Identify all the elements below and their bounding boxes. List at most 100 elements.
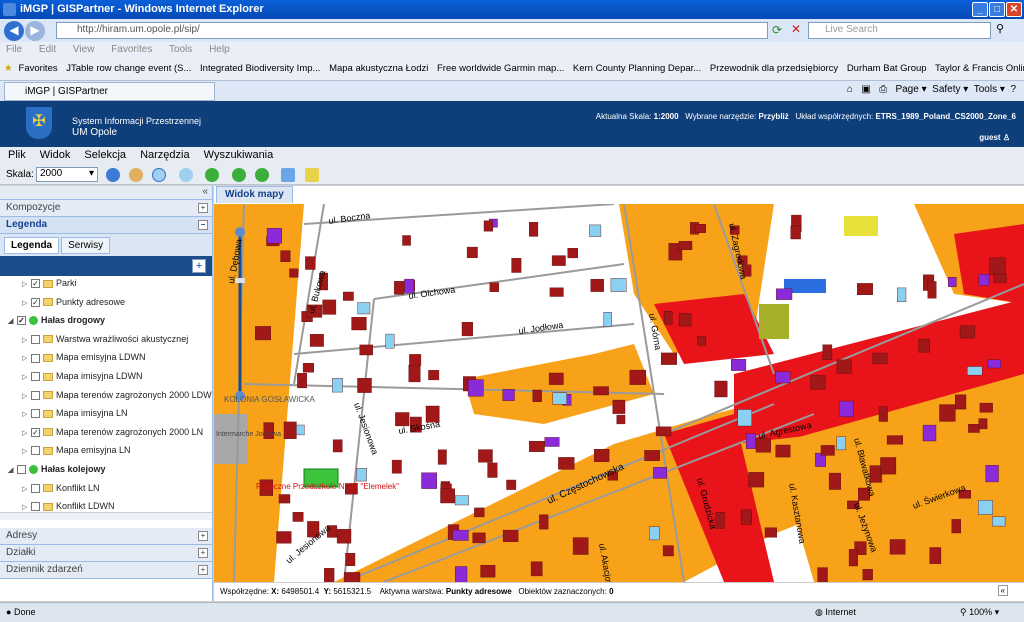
expand-icon[interactable]: + bbox=[198, 203, 208, 213]
expand-icon[interactable]: + bbox=[198, 565, 208, 575]
expand-icon[interactable]: + bbox=[198, 531, 208, 541]
horizontal-scrollbar[interactable] bbox=[0, 512, 212, 520]
forward-button[interactable]: ▶ bbox=[25, 21, 45, 41]
search-input[interactable]: Live Search bbox=[808, 22, 991, 39]
safety-menu[interactable]: Safety bbox=[932, 84, 960, 95]
favorites-button[interactable]: Favorites bbox=[19, 63, 58, 74]
map-canvas[interactable]: ul. Boczna ul. Dębowa ul. Bukowa ul. Olc… bbox=[214, 204, 1024, 582]
favorite-link[interactable]: Przewodnik dla przedsiębiorcy bbox=[710, 63, 838, 74]
search-icon[interactable]: ⚲ bbox=[996, 22, 1004, 35]
tools-menu[interactable]: Tools bbox=[974, 84, 997, 95]
map-svg[interactable]: ul. Boczna ul. Dębowa ul. Bukowa ul. Olc… bbox=[214, 204, 1024, 582]
user-name[interactable]: guest ♙ bbox=[979, 133, 1010, 142]
feeds-icon[interactable]: ▣ bbox=[861, 84, 870, 95]
zoom-out-icon[interactable] bbox=[179, 168, 193, 182]
layer-checkbox[interactable]: ✓ bbox=[31, 279, 40, 289]
full-extent-icon[interactable] bbox=[205, 168, 219, 182]
favorite-link[interactable]: Durham Bat Group bbox=[847, 63, 927, 74]
zoom-in-icon[interactable] bbox=[152, 168, 166, 182]
back-button[interactable]: ◀ bbox=[4, 21, 24, 41]
panel-dziennik[interactable]: Dziennik zdarzeń + bbox=[0, 562, 212, 579]
layer-group-row[interactable]: ◢ Hałas kolejowy bbox=[0, 464, 212, 483]
collapse-icon[interactable]: − bbox=[198, 220, 208, 230]
layer-row[interactable]: ▷ Mapa emisyjna LN bbox=[0, 445, 212, 464]
draw-pencil-icon[interactable] bbox=[305, 168, 319, 182]
favorite-link[interactable]: Taylor & Francis Online Ann... bbox=[935, 63, 1024, 74]
menu-widok[interactable]: Widok bbox=[40, 149, 71, 161]
pan-hand-icon[interactable] bbox=[129, 168, 143, 182]
menu-wyszukiwania[interactable]: Wyszukiwania bbox=[204, 149, 274, 161]
layer-row[interactable]: ▷ Konflikt LN bbox=[0, 483, 212, 502]
help-icon[interactable]: ? bbox=[1010, 84, 1016, 95]
layer-checkbox[interactable] bbox=[31, 502, 40, 512]
layer-row[interactable]: ▷ ✓ Punkty adresowe bbox=[0, 297, 212, 316]
scale-select[interactable]: 2000 ▾ bbox=[36, 167, 98, 182]
info-icon[interactable] bbox=[106, 168, 120, 182]
menu-selekcja[interactable]: Selekcja bbox=[84, 149, 126, 161]
layer-checkbox[interactable] bbox=[31, 390, 40, 400]
layer-checkbox[interactable] bbox=[31, 334, 40, 344]
panel-adresy[interactable]: Adresy + bbox=[0, 528, 212, 545]
url-field[interactable]: http://hiram.um.opole.pl/sip/ bbox=[56, 22, 768, 39]
window-icon[interactable] bbox=[281, 168, 295, 182]
layer-checkbox[interactable] bbox=[31, 372, 40, 382]
collapse-left-panel[interactable]: « bbox=[0, 186, 212, 200]
layer-checkbox[interactable] bbox=[31, 446, 40, 456]
collapse-status-icon[interactable]: « bbox=[997, 585, 1008, 596]
browser-tab[interactable]: iMGP | GISPartner bbox=[4, 82, 215, 101]
print-icon[interactable]: ⎙ bbox=[879, 84, 887, 95]
building bbox=[714, 380, 728, 398]
layer-label: Mapa emisyjna LN bbox=[56, 445, 131, 456]
layer-row[interactable]: ▷ ✓ Parki bbox=[0, 278, 212, 297]
layer-row[interactable]: ▷ Konflikt LDWN bbox=[0, 501, 212, 512]
favorite-link[interactable]: Mapa akustyczna Łodzi bbox=[329, 63, 428, 74]
tab-widok-mapy[interactable]: Widok mapy bbox=[216, 186, 293, 203]
layer-checkbox[interactable]: ✓ bbox=[31, 427, 40, 437]
favorite-link[interactable]: Kern County Planning Depar... bbox=[573, 63, 701, 74]
layer-row[interactable]: ▷ Mapa imisyjna LN bbox=[0, 408, 212, 427]
expand-icon[interactable]: + bbox=[198, 548, 208, 558]
tab-legenda[interactable]: Legenda bbox=[4, 237, 60, 254]
building bbox=[862, 569, 873, 581]
menu-narzedzia[interactable]: Narzędzia bbox=[140, 149, 190, 161]
layer-checkbox[interactable] bbox=[17, 465, 26, 475]
panel-dzialki[interactable]: Działki + bbox=[0, 545, 212, 562]
layer-checkbox[interactable] bbox=[31, 409, 40, 419]
panel-kompozycje[interactable]: Kompozycje + bbox=[0, 200, 212, 217]
favorite-link[interactable]: Free worldwide Garmin map... bbox=[437, 63, 564, 74]
layer-checkbox[interactable]: ✓ bbox=[31, 297, 40, 307]
panel-legenda[interactable]: Legenda − bbox=[0, 217, 212, 234]
layer-checkbox[interactable] bbox=[31, 483, 40, 493]
layer-row[interactable]: ▷ Mapa imisyjna LDWN bbox=[0, 371, 212, 390]
menu-help[interactable]: Help bbox=[209, 44, 230, 55]
menu-view[interactable]: View bbox=[73, 44, 95, 55]
layer-checkbox[interactable]: ✓ bbox=[17, 316, 26, 326]
layer-row[interactable]: ▷ Mapa emisyjna LDWN bbox=[0, 352, 212, 371]
layer-checkbox[interactable] bbox=[31, 353, 40, 363]
add-layer-button[interactable]: + bbox=[192, 259, 206, 273]
maximize-button[interactable]: □ bbox=[989, 2, 1005, 17]
layer-row[interactable]: ▷ Warstwa wrażliwości akustycznej bbox=[0, 334, 212, 353]
minimize-button[interactable]: _ bbox=[972, 2, 988, 17]
zoom-level[interactable]: ⚲ 100% ▾ bbox=[960, 607, 999, 618]
menu-tools[interactable]: Tools bbox=[169, 44, 192, 55]
favorite-link[interactable]: Integrated Biodiversity Imp... bbox=[200, 63, 320, 74]
menu-edit[interactable]: Edit bbox=[39, 44, 56, 55]
stop-icon[interactable]: ✕ bbox=[791, 22, 801, 36]
favorite-link[interactable]: JTable row change event (S... bbox=[66, 63, 191, 74]
menu-favorites[interactable]: Favorites bbox=[111, 44, 152, 55]
next-extent-icon[interactable] bbox=[255, 168, 269, 182]
building bbox=[989, 257, 1006, 275]
menu-plik[interactable]: Plik bbox=[8, 149, 26, 161]
tab-serwisy[interactable]: Serwisy bbox=[61, 237, 111, 254]
close-button[interactable]: ✕ bbox=[1006, 2, 1022, 17]
zoom-in-slider-icon[interactable] bbox=[235, 227, 245, 237]
refresh-icon[interactable]: ⟳ bbox=[772, 23, 782, 37]
previous-extent-icon[interactable] bbox=[232, 168, 246, 182]
menu-file[interactable]: File bbox=[6, 44, 22, 55]
layer-group-row[interactable]: ◢ ✓ Hałas drogowy bbox=[0, 315, 212, 334]
page-menu[interactable]: Page bbox=[895, 84, 918, 95]
layer-row[interactable]: ▷ Mapa terenów zagrożonych 2000 LDW bbox=[0, 390, 212, 409]
layer-row[interactable]: ▷ ✓ Mapa terenów zagrożonych 2000 LN bbox=[0, 427, 212, 446]
home-icon[interactable]: ⌂ bbox=[847, 84, 853, 95]
